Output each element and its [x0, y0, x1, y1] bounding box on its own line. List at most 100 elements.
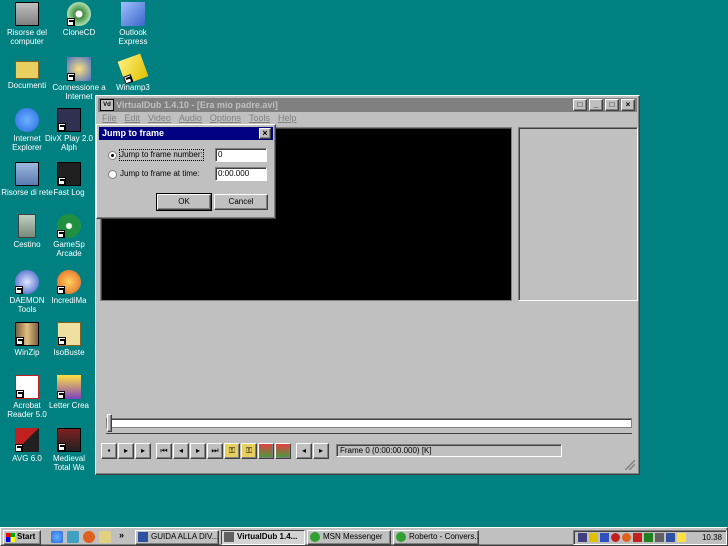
tray-record-icon[interactable]: [611, 533, 620, 542]
transport-toolbar: ▪ ▸ ▸ ⏮ ◂ ▸ ⏭ ⚿ ⚿ ◂ ▸: [101, 443, 330, 459]
taskbar: Start » GUIDA ALLA DIV... VirtualDub 1.4…: [0, 527, 728, 546]
recycle-bin-icon: [18, 214, 36, 238]
desktop-icon-fast-logo[interactable]: Fast Log: [44, 162, 94, 197]
desktop-icon-medieval-total-war[interactable]: Medieval Total Wa: [44, 428, 94, 472]
task-msn-messenger[interactable]: MSN Messenger: [307, 530, 391, 545]
desktop-icon-winamp3[interactable]: Winamp3: [106, 53, 160, 92]
output-video-pane: [518, 127, 638, 301]
menu-edit[interactable]: Edit: [125, 113, 141, 124]
quicklaunch-notepad-icon[interactable]: [99, 531, 111, 543]
clonecd-icon: [67, 2, 91, 26]
desktop-icon-risorse-computer[interactable]: Risorse del computer: [0, 2, 54, 46]
isobuster-icon: [57, 322, 81, 346]
start-label: Start: [17, 532, 36, 541]
avg-icon: [15, 428, 39, 452]
desktop-icon-documenti[interactable]: Documenti: [0, 57, 54, 90]
task-guida[interactable]: GUIDA ALLA DIV...: [135, 530, 219, 545]
menu-audio[interactable]: Audio: [179, 113, 202, 124]
mark-in-icon[interactable]: ◂: [296, 443, 312, 459]
menu-options[interactable]: Options: [210, 113, 241, 124]
play-input-icon[interactable]: ▸: [118, 443, 134, 459]
menu-help[interactable]: Help: [278, 113, 297, 124]
desktop-icon-isobuster[interactable]: IsoBuste: [44, 322, 94, 357]
mark-out-icon[interactable]: ▸: [313, 443, 329, 459]
quicklaunch-more-icon[interactable]: »: [119, 530, 124, 540]
restore-button[interactable]: □: [573, 99, 587, 111]
stop-icon[interactable]: ▪: [101, 443, 117, 459]
menu-file[interactable]: File: [102, 113, 117, 124]
scene-forward-icon[interactable]: [275, 443, 291, 459]
maximize-button[interactable]: □: [605, 99, 619, 111]
minimize-button[interactable]: _: [589, 99, 603, 111]
quicklaunch-ie-icon[interactable]: [51, 531, 63, 543]
step-forward-icon[interactable]: ▸: [190, 443, 206, 459]
frame-time-input[interactable]: 0:00.000: [215, 167, 267, 181]
scene-reverse-icon[interactable]: [258, 443, 274, 459]
outlook-express-icon: [121, 2, 145, 26]
computer-icon: [15, 2, 39, 26]
daemon-tools-icon: [15, 270, 39, 294]
system-tray: 10.38: [573, 530, 727, 545]
radio-frame-time-label[interactable]: Jump to frame at time:: [120, 169, 200, 179]
tray-winamp-icon[interactable]: [589, 533, 598, 542]
tray-daemon-icon[interactable]: [600, 533, 609, 542]
desktop-icon-incredimail[interactable]: IncrediMa: [44, 270, 94, 305]
virtualdub-title: VirtualDub 1.4.10 - [Era mio padre.avi]: [116, 100, 278, 110]
internet-explorer-icon: [15, 108, 39, 132]
cancel-button[interactable]: Cancel: [214, 194, 268, 210]
play-output-icon[interactable]: ▸: [135, 443, 151, 459]
tray-monitor-icon[interactable]: [655, 533, 664, 542]
frame-number-input[interactable]: 0: [215, 148, 267, 162]
timeline-ruler: [106, 433, 632, 434]
position-slider[interactable]: [106, 414, 632, 432]
slider-thumb[interactable]: [107, 414, 112, 432]
desktop-icon-divx-player[interactable]: DivX Play 2.0 Alph: [44, 108, 94, 152]
radio-frame-time[interactable]: [108, 170, 117, 179]
connection-wizard-icon: [67, 57, 91, 81]
dialog-title: Jump to frame: [102, 128, 165, 138]
document-icon: [138, 532, 148, 542]
start-button[interactable]: Start: [3, 530, 41, 545]
radio-frame-number-label[interactable]: Jump to frame number:: [119, 149, 204, 161]
desktop-icon-letter-creator[interactable]: Letter Crea: [44, 375, 94, 410]
virtualdub-app-icon: Vd: [100, 99, 114, 111]
go-to-start-icon[interactable]: ⏮: [156, 443, 172, 459]
menubar: File Edit Video Audio Options Tools Help: [100, 113, 635, 124]
desktop-icon-gamespy-arcade[interactable]: GameSp Arcade: [44, 214, 94, 258]
tray-network-icon[interactable]: [578, 533, 587, 542]
task-conversation[interactable]: Roberto - Convers...: [393, 530, 479, 545]
menu-tools[interactable]: Tools: [249, 113, 270, 124]
tray-msn-icon[interactable]: [644, 533, 653, 542]
step-back-icon[interactable]: ◂: [173, 443, 189, 459]
jump-to-frame-dialog[interactable]: Jump to frame × Jump to frame number: 0 …: [96, 124, 276, 219]
menu-video[interactable]: Video: [148, 113, 171, 124]
tray-incredimail-icon[interactable]: [622, 533, 631, 542]
close-button[interactable]: ×: [621, 99, 635, 111]
radio-frame-number[interactable]: [108, 151, 117, 160]
dialog-titlebar[interactable]: Jump to frame ×: [99, 127, 273, 140]
msn-icon: [310, 532, 320, 542]
folder-icon: [15, 61, 39, 79]
virtualdub-icon: [224, 532, 234, 542]
quicklaunch-desktop-icon[interactable]: [67, 531, 79, 543]
desktop-icon-clonecd[interactable]: CloneCD: [52, 2, 106, 37]
windows-logo-icon: [6, 533, 15, 542]
conversation-icon: [396, 532, 406, 542]
next-keyframe-icon[interactable]: ⚿: [241, 443, 257, 459]
resize-grip-icon[interactable]: [625, 460, 635, 470]
ok-button[interactable]: OK: [156, 193, 212, 211]
virtualdub-titlebar[interactable]: Vd VirtualDub 1.4.10 - [Era mio padre.av…: [98, 98, 637, 112]
tray-speaker-icon[interactable]: [677, 533, 686, 542]
go-to-end-icon[interactable]: ⏭: [207, 443, 223, 459]
tray-avg-icon[interactable]: [633, 533, 642, 542]
desktop-icon-outlook-express[interactable]: Outlook Express: [106, 2, 160, 46]
tray-user-icon[interactable]: [666, 533, 675, 542]
quicklaunch-mail-icon[interactable]: [83, 531, 95, 543]
dialog-close-icon[interactable]: ×: [259, 128, 271, 139]
prev-keyframe-icon[interactable]: ⚿: [224, 443, 240, 459]
task-virtualdub[interactable]: VirtualDub 1.4...: [221, 530, 305, 545]
gamespy-icon: [57, 214, 81, 238]
network-icon: [15, 162, 39, 186]
medieval-icon: [57, 428, 81, 452]
frame-status: Frame 0 (0:00:00.000) [K]: [336, 444, 562, 457]
